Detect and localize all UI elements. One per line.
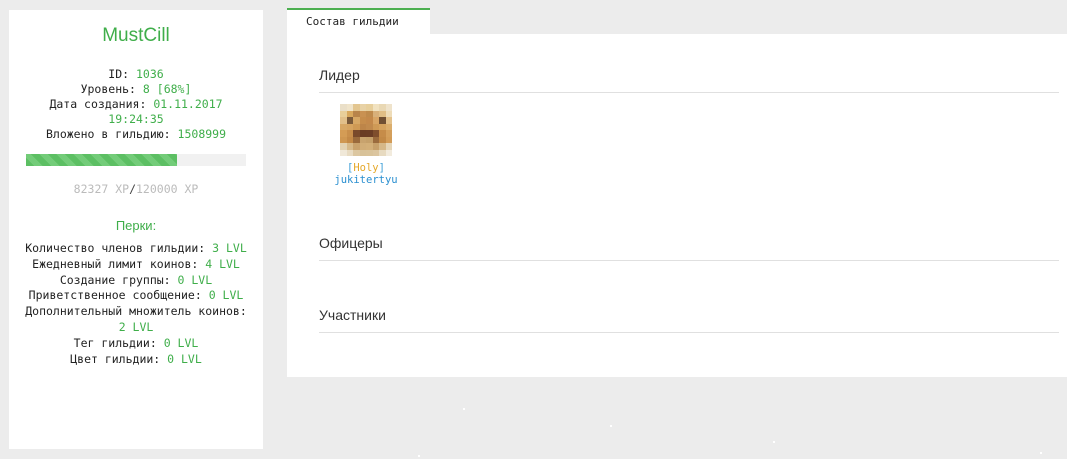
guild-level-label: Уровень: [80,82,136,96]
background-sparkle [463,408,465,410]
guild-invested-row: Вложено в гильдию: 1508999 [9,127,263,142]
perk-item: Создание группы: 0 LVL [19,273,253,289]
perk-value: 4 LVL [205,256,240,271]
section-divider [319,92,1059,93]
perk-label: Цвет гильдии: [70,351,168,366]
xp-current: 82327 XP [73,182,130,196]
section-title-leader: Лидер [319,67,360,83]
tab-guild-members[interactable]: Состав гильдии [287,8,430,34]
guild-level-value: 8 [142,82,150,96]
perk-value: 2 LVL [118,319,154,334]
section-divider [319,332,1059,333]
background-sparkle [610,425,612,427]
guild-id-value: 1036 [136,67,164,81]
background-sparkle [1040,452,1042,454]
guild-invested-value: 1508999 [177,127,227,141]
guild-created-row: Дата создания: 01.11.2017 [9,97,263,112]
perk-value: 0 LVL [208,288,244,303]
perk-label: Количество членов гильдии: [25,241,213,255]
section-divider [319,260,1059,261]
section-title-members: Участники [319,307,386,323]
avatar-pixel [385,149,392,156]
xp-progress-bar [26,154,246,166]
perk-value: 0 LVL [177,272,213,287]
perk-item: Количество членов гильдии: 3 LVL [19,241,253,257]
perk-value: 0 LVL [163,335,199,350]
guild-name: MustCill [102,25,170,46]
player-avatar[interactable] [340,104,392,156]
perk-item: Приветственное сообщение: 0 LVL [19,288,253,304]
perks-title: Перки: [115,218,157,233]
leader-tag: [Holy] [331,162,401,174]
xp-progress-fill [26,154,177,166]
perk-item: Дополнительный множитель коинов: 2 LVL [19,304,253,336]
xp-text: 82327 XP/120000 XP [9,182,263,196]
guild-members-panel: Лидер [Holy] jukitertyu Офицеры Участник… [287,34,1067,377]
perk-label: Дополнительный множитель коинов: [25,304,247,319]
background-sparkle [773,441,775,443]
perk-value: 0 LVL [167,351,202,366]
tag-bracket-close: ] [378,162,385,174]
guild-id-label: ID: [108,67,130,81]
perk-item: Тег гильдии: 0 LVL [19,336,253,352]
guild-created-date: 01.11.2017 [153,97,223,111]
xp-separator: / [129,182,136,196]
guild-info: ID: 1036 Уровень: 8 [68%] Дата создания:… [9,67,263,142]
background-sparkle [418,455,420,457]
tag-text: Holy [353,162,379,174]
guild-invested-label: Вложено в гильдию: [45,127,171,141]
guild-created-time: 19:24:35 [108,112,164,126]
perk-label: Тег гильдии: [73,335,164,350]
guild-level-percent: [68%] [156,82,192,96]
perk-label: Ежедневный лимит коинов: [32,256,206,271]
perks-list: Количество членов гильдии: 3 LVL Ежедневн… [9,241,263,367]
perk-item: Цвет гильдии: 0 LVL [19,352,253,368]
perk-label: Создание группы: [59,272,178,287]
perk-label: Приветственное сообщение: [28,288,209,303]
leader-nick[interactable]: jukitertyu [331,174,401,186]
perk-item: Ежедневный лимит коинов: 4 LVL [19,257,253,273]
section-title-officers: Офицеры [319,235,383,251]
leader-member[interactable]: [Holy] jukitertyu [331,104,401,186]
xp-max: 120000 XP [136,182,199,196]
perk-value: 3 LVL [212,241,247,255]
guild-created-label: Дата создания: [49,97,147,111]
guild-id-row: ID: 1036 [9,67,263,82]
guild-info-card: MustCill ID: 1036 Уровень: 8 [68%] Дата … [9,10,263,449]
guild-level-row: Уровень: 8 [68%] [9,82,263,97]
